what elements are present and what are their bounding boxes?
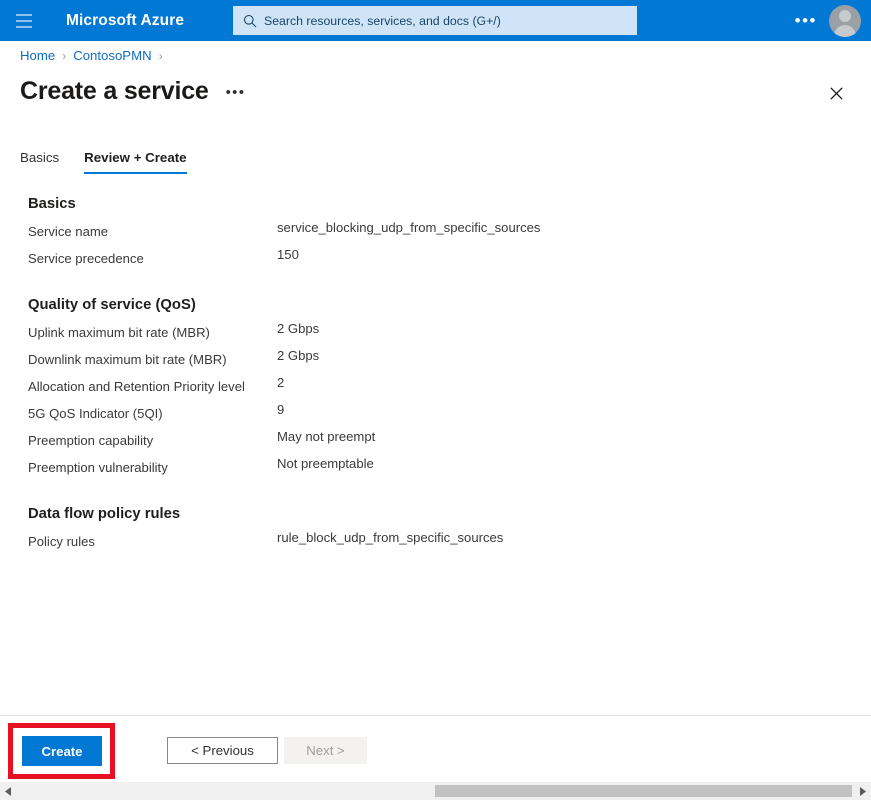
row-label-service-name: Service name (28, 224, 109, 239)
top-bar-right-cluster: ••• (783, 0, 871, 41)
page-more-icon[interactable]: ••• (226, 85, 246, 100)
row-value-arp-level: 2 (277, 375, 285, 390)
table-row: Allocation and Retention Priority level … (0, 375, 871, 406)
wizard-footer (0, 716, 871, 782)
chevron-left-icon[interactable] (0, 782, 17, 800)
table-row: Preemption vulnerability Not preemptable (0, 456, 871, 487)
create-button[interactable]: Create (22, 736, 102, 766)
previous-button[interactable]: < Previous (167, 737, 278, 764)
page-header: Create a service ••• (20, 76, 245, 106)
azure-portal-window: Microsoft Azure Search resources, servic… (0, 0, 871, 800)
breadcrumb-item-home[interactable]: Home (20, 48, 55, 63)
section-data-flow-policy-rules: Data flow policy rules Policy rules rule… (0, 506, 871, 561)
table-row: Policy rules rule_block_udp_from_specifi… (0, 530, 871, 561)
row-label-policy-rules: Policy rules (28, 534, 95, 549)
table-row: Preemption capability May not preempt (0, 429, 871, 460)
basics-summary-table: Service name service_blocking_udp_from_s… (0, 220, 871, 278)
topbar-more-icon[interactable]: ••• (783, 12, 829, 29)
horizontal-scrollbar-track[interactable] (17, 782, 854, 800)
row-label-service-precedence: Service precedence (28, 251, 144, 266)
row-value-5qi: 9 (277, 402, 285, 417)
breadcrumb: Home › ContosoPMN › (20, 48, 163, 63)
section-title-basics: Basics (28, 196, 76, 212)
policy-rules-summary-table: Policy rules rule_block_udp_from_specifi… (0, 530, 871, 561)
horizontal-scrollbar-thumb[interactable] (435, 785, 852, 797)
section-title-qos: Quality of service (QoS) (28, 297, 196, 313)
avatar-body-shape (834, 24, 856, 37)
row-label-uplink-mbr: Uplink maximum bit rate (MBR) (28, 325, 210, 340)
review-content: Basics Service name service_blocking_udp… (0, 196, 871, 561)
row-value-preemption-vulnerability: Not preemptable (277, 456, 374, 471)
breadcrumb-item-contosopmn[interactable]: ContosoPMN (73, 48, 151, 63)
section-title-policy-rules: Data flow policy rules (28, 506, 181, 522)
row-value-uplink-mbr: 2 Gbps (277, 321, 320, 336)
tab-review-create[interactable]: Review + Create (84, 150, 187, 174)
breadcrumb-separator-icon: › (62, 48, 67, 63)
global-search-box[interactable]: Search resources, services, and docs (G+… (233, 6, 637, 35)
row-value-policy-rules: rule_block_udp_from_specific_sources (277, 530, 504, 545)
next-button: Next > (284, 737, 367, 764)
avatar[interactable] (829, 4, 861, 37)
row-label-downlink-mbr: Downlink maximum bit rate (MBR) (28, 352, 227, 367)
row-value-preemption-capability: May not preempt (277, 429, 376, 444)
avatar-head-shape (839, 9, 851, 22)
table-row: Service precedence 150 (0, 247, 871, 278)
tab-basics[interactable]: Basics (20, 150, 59, 174)
breadcrumb-separator-icon-2: › (158, 48, 163, 63)
qos-summary-table: Uplink maximum bit rate (MBR) 2 Gbps Dow… (0, 321, 871, 487)
hamburger-icon[interactable] (0, 0, 48, 41)
global-top-navigation: Microsoft Azure Search resources, servic… (0, 0, 871, 41)
row-value-downlink-mbr: 2 Gbps (277, 348, 320, 363)
row-label-preemption-vulnerability: Preemption vulnerability (28, 460, 168, 475)
table-row: Service name service_blocking_udp_from_s… (0, 220, 871, 251)
search-icon (243, 14, 257, 28)
table-row: 5G QoS Indicator (5QI) 9 (0, 402, 871, 433)
section-basics: Basics Service name service_blocking_udp… (0, 196, 871, 278)
azure-brand-label[interactable]: Microsoft Azure (66, 12, 184, 30)
search-input[interactable]: Search resources, services, and docs (G+… (264, 14, 501, 28)
row-value-service-name: service_blocking_udp_from_specific_sourc… (277, 220, 541, 235)
section-quality-of-service: Quality of service (QoS) Uplink maximum … (0, 297, 871, 487)
table-row: Uplink maximum bit rate (MBR) 2 Gbps (0, 321, 871, 352)
page-title: Create a service (20, 77, 209, 105)
row-value-service-precedence: 150 (277, 247, 299, 262)
row-label-preemption-capability: Preemption capability (28, 433, 154, 448)
table-row: Downlink maximum bit rate (MBR) 2 Gbps (0, 348, 871, 379)
close-icon[interactable] (823, 80, 849, 106)
chevron-right-icon[interactable] (854, 782, 871, 800)
row-label-arp-level: Allocation and Retention Priority level (28, 379, 245, 394)
row-label-5qi: 5G QoS Indicator (5QI) (28, 406, 163, 421)
wizard-tab-list: Basics Review + Create (20, 150, 212, 174)
horizontal-scrollbar[interactable] (0, 782, 871, 800)
